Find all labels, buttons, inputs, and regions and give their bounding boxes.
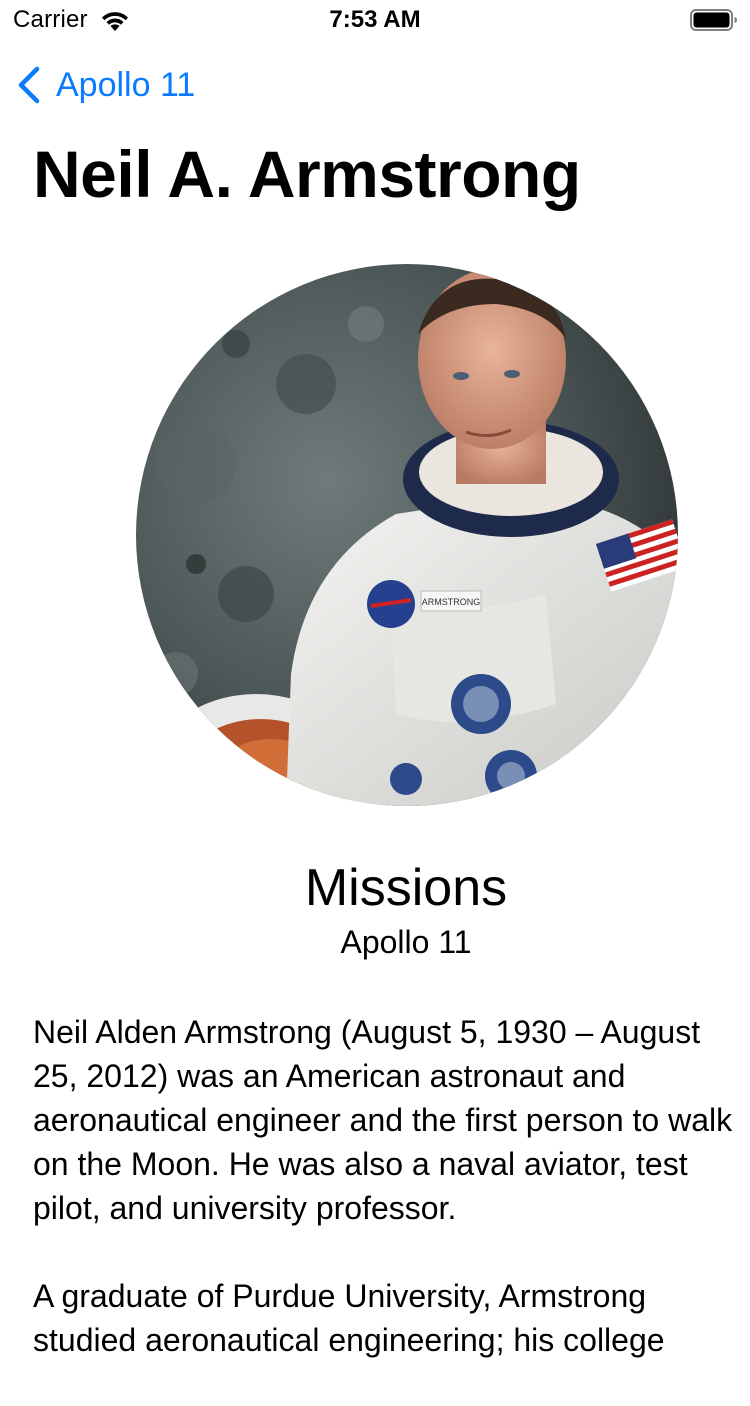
bio-paragraph: Neil Alden Armstrong (August 5, 1930 – A…: [33, 1014, 733, 1226]
bio-text: Neil Alden Armstrong (August 5, 1930 – A…: [33, 1010, 750, 1406]
clock: 7:53 AM: [329, 6, 421, 33]
page-title: Neil A. Armstrong: [33, 137, 581, 211]
back-button[interactable]: Apollo 11: [16, 62, 195, 108]
mission-item: Apollo 11: [340, 924, 472, 960]
chevron-left-icon: [18, 66, 40, 104]
name-tag-text: ARMSTRONG: [422, 597, 481, 607]
bio-paragraph: A graduate of Purdue University, Armstro…: [33, 1278, 665, 1358]
missions-heading: Missions: [304, 859, 508, 917]
back-button-label: Apollo 11: [56, 65, 196, 104]
astronaut-portrait: ARMSTRONG: [136, 264, 678, 806]
battery-icon: [690, 9, 737, 31]
status-bar: Carrier 7:53 AM: [0, 0, 750, 40]
